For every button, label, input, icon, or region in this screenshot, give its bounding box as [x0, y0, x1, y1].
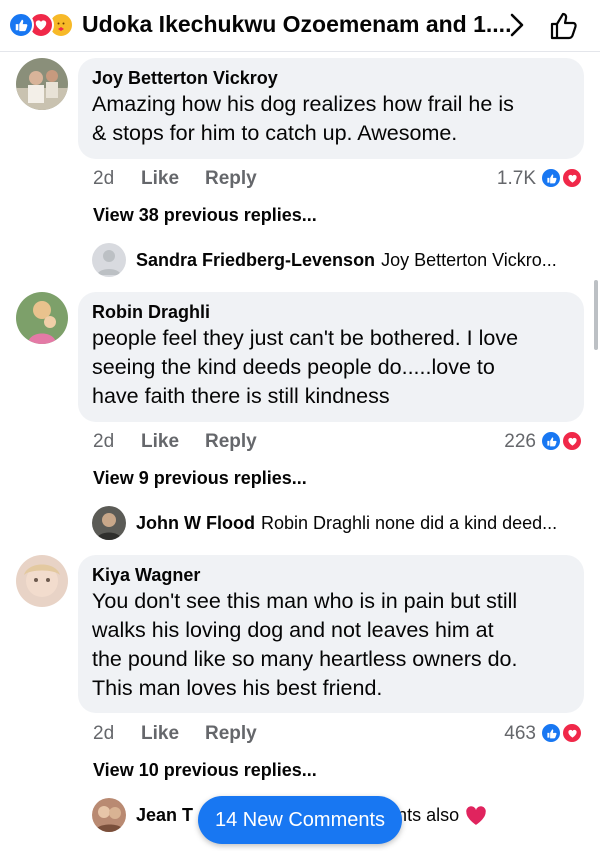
comment-text-line: walks his loving dog and not leaves him …	[92, 618, 494, 642]
heart-emoji-icon	[466, 805, 486, 825]
post-header: Udoka Ikechukwu Ozoemenam and 1....	[0, 0, 600, 52]
comment-actions: 2d Like Reply	[93, 723, 257, 745]
comment-actions: 2d Like Reply	[93, 431, 257, 453]
love-icon	[561, 430, 583, 452]
like-icon	[540, 722, 562, 744]
latest-reply[interactable]: John W Flood Robin Draghli none did a ki…	[92, 513, 557, 534]
avatar[interactable]	[16, 58, 68, 110]
comment-text-line: have faith there is still kindness	[92, 384, 390, 408]
comment-text-line: Amazing how his dog realizes how frail h…	[92, 92, 514, 116]
reply-author[interactable]: Sandra Friedberg-Levenson	[136, 250, 375, 271]
like-button[interactable]: Like	[141, 431, 205, 453]
comment-bubble: Joy Betterton Vickroy Amazing how his do…	[78, 58, 584, 159]
like-icon	[540, 167, 562, 189]
reaction-count[interactable]: 226	[504, 431, 536, 453]
comment-author[interactable]: Joy Betterton Vickroy	[92, 66, 570, 90]
latest-reply[interactable]: Sandra Friedberg-Levenson Joy Betterton …	[92, 250, 557, 271]
like-outline-icon[interactable]	[548, 10, 580, 42]
avatar[interactable]	[16, 555, 68, 607]
like-icon	[540, 430, 562, 452]
scrollbar[interactable]	[594, 280, 598, 350]
comment-text-line: You don't see this man who is in pain bu…	[92, 589, 518, 613]
comment-time: 2d	[93, 431, 115, 452]
like-button[interactable]: Like	[141, 168, 205, 190]
comment-text-line: seeing the kind deeds people do.....love…	[92, 355, 495, 379]
comment-time: 2d	[93, 168, 115, 189]
reaction-count[interactable]: 463	[504, 723, 536, 745]
reply-author[interactable]: Jean T	[136, 805, 193, 826]
comment-time: 2d	[93, 723, 115, 744]
comment-text-line: & stops for him to catch up. Awesome.	[92, 121, 458, 145]
comment-text-line: This man loves his best friend.	[92, 676, 383, 700]
like-icon	[8, 12, 34, 38]
reply-button[interactable]: Reply	[205, 723, 257, 745]
reaction-count[interactable]: 1.7K	[497, 168, 536, 190]
avatar[interactable]	[16, 292, 68, 344]
comment-text-line: the pound like so many heartless owners …	[92, 647, 518, 671]
comment-bubble: Kiya Wagner You don't see this man who i…	[78, 555, 584, 713]
reply-author[interactable]: John W Flood	[136, 513, 255, 534]
chevron-right-icon[interactable]	[503, 10, 531, 40]
comment-text-line: people feel they just can't be bothered.…	[92, 326, 519, 350]
comment-author[interactable]: Robin Draghli	[92, 300, 570, 324]
love-icon	[561, 167, 583, 189]
view-previous-replies[interactable]: View 9 previous replies...	[93, 468, 307, 489]
view-previous-replies[interactable]: View 10 previous replies...	[93, 760, 317, 781]
like-button[interactable]: Like	[141, 723, 205, 745]
reaction-summary[interactable]	[8, 12, 78, 38]
reply-text: Joy Betterton Vickro...	[381, 250, 557, 270]
comment-actions: 2d Like Reply	[93, 168, 257, 190]
post-title[interactable]: Udoka Ikechukwu Ozoemenam and 1....	[82, 11, 511, 38]
comment-author[interactable]: Kiya Wagner	[92, 563, 570, 587]
love-icon	[561, 722, 583, 744]
comment-bubble: Robin Draghli people feel they just can'…	[78, 292, 584, 422]
reply-text: Robin Draghli none did a kind deed...	[260, 513, 558, 533]
new-comments-button[interactable]: 14 New Comments	[198, 796, 402, 844]
reply-button[interactable]: Reply	[205, 168, 257, 190]
view-previous-replies[interactable]: View 38 previous replies...	[93, 205, 317, 226]
reply-button[interactable]: Reply	[205, 431, 257, 453]
